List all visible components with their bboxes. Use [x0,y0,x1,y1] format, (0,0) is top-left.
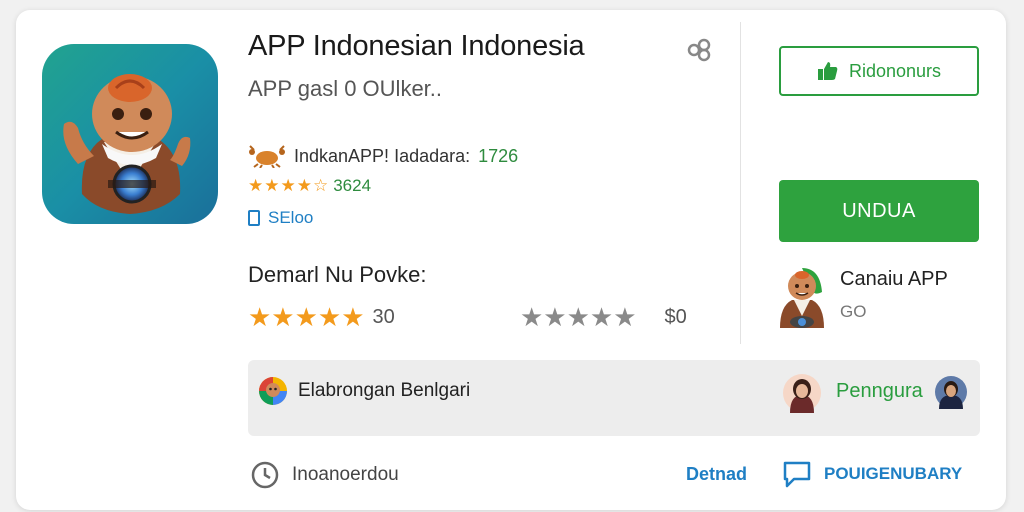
chat-icon [783,461,811,488]
related-app-avatar[interactable] [772,262,830,334]
details-link[interactable]: Detnad [686,464,747,485]
footer-left[interactable]: Inoanoerdou [250,460,399,490]
footer-left-label: Inoanoerdou [292,464,399,485]
review-stars-2: ★★★★★ [520,302,637,332]
review-rating-row-1: ★★★★★ 30 [248,302,395,333]
feedback-link[interactable]: POUIGENUBARY [782,460,962,488]
contributor-avatar-icon [259,377,287,405]
share-icon[interactable] [686,38,712,62]
info-bar-left-label: Elabrongan Benlgari [298,380,471,401]
user-avatar-2[interactable] [934,375,968,409]
developer-name: IndkanAPP! Iadadara: [294,145,471,166]
info-bar-right-label[interactable]: Penngura [836,380,923,403]
wishlist-button[interactable]: Ridononurs [779,46,979,96]
related-app-name[interactable]: Canaiu APP [840,268,948,291]
reviews-section-title: Demarl Nu Povke: [248,262,427,287]
crab-icon [249,145,285,168]
feedback-label: POUIGENUBARY [824,464,963,483]
app-title: APP Indonesian Indonesia [248,30,585,62]
review-count-2: $0 [664,306,687,328]
save-link[interactable]: SEloo [248,208,313,228]
rating-value: 3624 [333,176,372,195]
review-stars-1: ★★★★★ [248,302,365,332]
developer-count: 1726 [478,145,519,166]
app-subtitle: APP gasl 0 OUlker.. [248,76,443,101]
clock-icon [251,461,279,489]
mascot-icon [42,44,218,224]
developer-row[interactable]: IndkanAPP! Iadadara: 1726 [248,144,518,168]
wishlist-label: Ridononurs [848,60,942,81]
bookmark-icon [248,210,260,226]
rating-stars: ★★★★☆ [248,176,330,195]
app-icon[interactable] [42,44,218,224]
review-count-1: 30 [372,306,395,328]
thumbs-up-icon [817,62,838,80]
user-avatar-1[interactable] [782,373,822,413]
related-app-sub: GO [840,302,867,321]
save-label: SEloo [268,208,314,227]
review-rating-row-2: ★★★★★ $0 [520,302,687,333]
vertical-divider [740,22,741,344]
install-button[interactable]: UNDUA [779,180,979,242]
rating-row: ★★★★☆ 3624 [248,176,371,196]
info-bar-left[interactable]: Elabrongan Benlgari [258,376,470,406]
